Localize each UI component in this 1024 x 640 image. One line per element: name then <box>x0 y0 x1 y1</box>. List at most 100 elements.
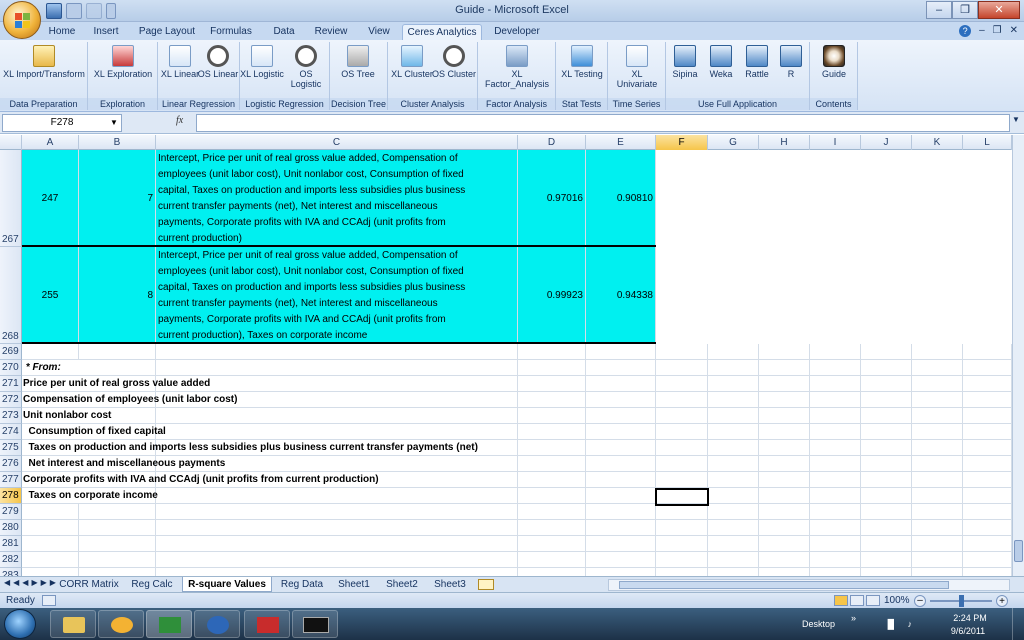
cell[interactable] <box>912 424 963 440</box>
cell[interactable] <box>518 520 586 536</box>
row-header-268[interactable]: 268 <box>0 247 22 344</box>
selected-cell-f278[interactable] <box>655 488 709 506</box>
cell[interactable] <box>586 408 656 424</box>
cell[interactable] <box>708 392 759 408</box>
horizontal-scrollbar[interactable] <box>608 579 1010 591</box>
sheet-tab-reg-calc[interactable]: Reg Calc <box>124 577 180 592</box>
select-all-button[interactable] <box>0 135 22 150</box>
column-header-d[interactable]: D <box>518 135 586 150</box>
tab-insert[interactable]: Insert <box>86 24 126 40</box>
row-header-271[interactable]: 271 <box>0 376 22 392</box>
cell[interactable] <box>656 456 708 472</box>
cell[interactable] <box>963 488 1012 504</box>
restore-button[interactable]: ❐ <box>952 1 978 19</box>
cell-d267[interactable]: 0.97016 <box>518 150 586 247</box>
cell[interactable] <box>963 360 1012 376</box>
row-header-276[interactable]: 276 <box>0 456 22 472</box>
tab-review[interactable]: Review <box>308 24 354 40</box>
h-scroll-thumb[interactable] <box>619 581 949 589</box>
column-header-c[interactable]: C <box>156 135 518 150</box>
cell[interactable] <box>861 552 912 568</box>
os-tree-button[interactable]: OS Tree <box>336 44 380 96</box>
spreadsheet-grid[interactable]: 267 247 7 Intercept, Price per unit of r… <box>0 150 1012 576</box>
row-header-270[interactable]: 270 <box>0 360 22 376</box>
cell[interactable] <box>963 504 1012 520</box>
cell[interactable] <box>518 488 586 504</box>
cell[interactable] <box>518 568 586 576</box>
row-header-274[interactable]: 274 <box>0 424 22 440</box>
cell[interactable] <box>759 472 810 488</box>
cell[interactable] <box>656 520 708 536</box>
cell-d268[interactable]: 0.99923 <box>518 247 586 344</box>
cell[interactable] <box>861 376 912 392</box>
cell[interactable] <box>708 408 759 424</box>
chevron-down-icon[interactable]: ▼ <box>108 116 120 130</box>
cell[interactable] <box>759 552 810 568</box>
cell[interactable] <box>810 520 861 536</box>
ribbon-minimize-icon[interactable]: – <box>979 25 985 37</box>
column-header-g[interactable]: G <box>708 135 759 150</box>
formula-input[interactable] <box>196 114 1010 132</box>
cell[interactable] <box>912 488 963 504</box>
cell[interactable] <box>912 472 963 488</box>
cell[interactable] <box>79 552 156 568</box>
cell[interactable] <box>759 376 810 392</box>
weka-button[interactable]: Weka <box>704 44 738 96</box>
cell[interactable] <box>22 504 79 520</box>
tab-ceres-analytics[interactable]: Ceres Analytics <box>402 24 482 40</box>
minimize-button[interactable]: – <box>926 1 952 19</box>
cell[interactable] <box>759 392 810 408</box>
cell[interactable] <box>79 360 156 376</box>
xl-univariate-button[interactable]: XL Univariate <box>612 44 662 96</box>
cell[interactable] <box>861 504 912 520</box>
cell[interactable] <box>963 376 1012 392</box>
show-hidden-icons-icon[interactable]: » <box>851 613 856 623</box>
column-header-f[interactable]: F <box>656 135 708 150</box>
cell-b268[interactable]: 8 <box>79 247 156 344</box>
cell[interactable] <box>861 424 912 440</box>
cell[interactable] <box>759 360 810 376</box>
cell[interactable] <box>156 376 518 392</box>
tab-data[interactable]: Data <box>266 24 302 40</box>
cell[interactable] <box>156 520 518 536</box>
cell[interactable] <box>156 424 518 440</box>
column-header-i[interactable]: I <box>810 135 861 150</box>
office-button[interactable] <box>3 1 41 39</box>
row-header-275[interactable]: 275 <box>0 440 22 456</box>
cell[interactable] <box>156 552 518 568</box>
xl-exploration-button[interactable]: XL Exploration <box>92 44 154 96</box>
cell[interactable] <box>810 408 861 424</box>
cell[interactable] <box>586 440 656 456</box>
cell[interactable] <box>656 344 708 360</box>
cell-b267[interactable]: 7 <box>79 150 156 247</box>
cell[interactable] <box>861 440 912 456</box>
cell[interactable] <box>586 344 656 360</box>
tab-page-layout[interactable]: Page Layout <box>134 24 200 40</box>
zoom-level[interactable]: 100% <box>884 595 910 606</box>
cell[interactable] <box>79 520 156 536</box>
os-cluster-button[interactable]: OS Cluster <box>432 44 476 96</box>
cell[interactable] <box>656 536 708 552</box>
cell[interactable] <box>79 568 156 576</box>
row-header-280[interactable]: 280 <box>0 520 22 536</box>
normal-view-icon[interactable] <box>834 595 848 606</box>
cell[interactable] <box>861 344 912 360</box>
cell[interactable] <box>586 472 656 488</box>
cell[interactable] <box>963 424 1012 440</box>
sipina-button[interactable]: Sipina <box>668 44 702 96</box>
cell[interactable] <box>656 552 708 568</box>
row-header-273[interactable]: 273 <box>0 408 22 424</box>
excel-taskbar-icon[interactable] <box>146 610 192 638</box>
os-linear-button[interactable]: OS Linear <box>196 44 240 96</box>
cell[interactable] <box>586 456 656 472</box>
cell[interactable] <box>759 344 810 360</box>
cell[interactable] <box>912 392 963 408</box>
cell[interactable] <box>708 424 759 440</box>
cell[interactable] <box>810 440 861 456</box>
tab-formulas[interactable]: Formulas <box>206 24 256 40</box>
cell[interactable] <box>912 568 963 576</box>
sheet-tab-corr-matrix[interactable]: CORR Matrix <box>58 577 120 592</box>
cell[interactable] <box>759 488 810 504</box>
xl-testing-button[interactable]: XL Testing <box>560 44 604 96</box>
guide-button[interactable]: Guide <box>812 44 856 96</box>
